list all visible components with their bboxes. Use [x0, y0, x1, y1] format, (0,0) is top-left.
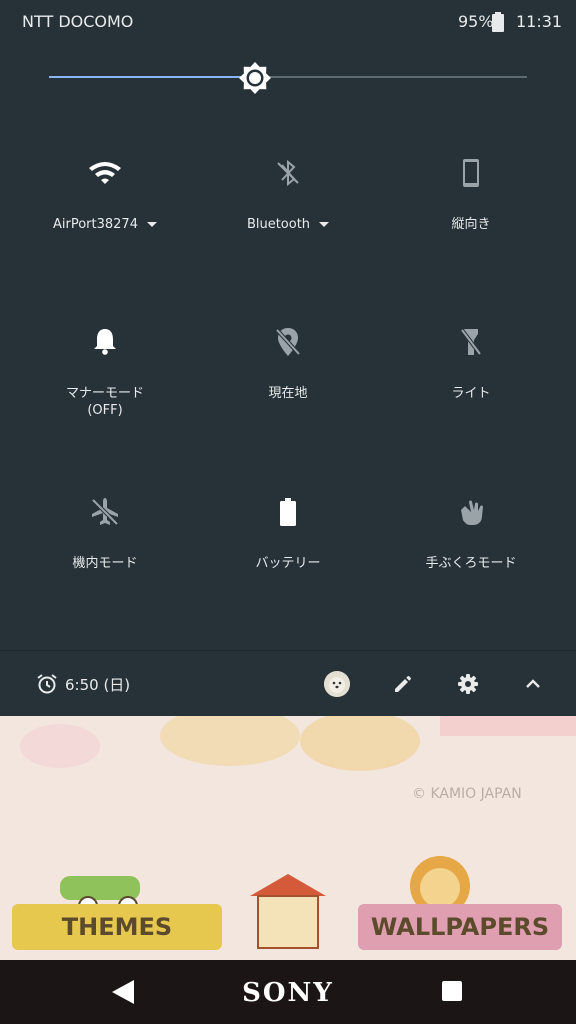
dog-avatar-icon	[324, 671, 350, 697]
bell-icon	[85, 322, 125, 362]
tile-label-text: AirPort38274	[53, 217, 138, 232]
tile-label-text: 縦向き	[451, 217, 491, 232]
tile-label-text: ライト	[451, 386, 491, 401]
tile-label-bluetooth[interactable]: Bluetooth	[203, 216, 373, 233]
tile-label-text: 現在地	[268, 386, 308, 401]
caret-down-icon[interactable]	[146, 222, 157, 227]
tile-battery[interactable]: バッテリー	[203, 492, 373, 612]
carrier-name: NTT DOCOMO	[22, 12, 134, 31]
bluetooth-off-icon	[268, 153, 308, 193]
wallpaper-copyright: © KAMIO JAPAN	[412, 786, 522, 802]
brightness-fill	[49, 76, 255, 78]
tile-label-battery[interactable]: バッテリー	[203, 555, 373, 572]
tile-label-flashlight[interactable]: ライト	[386, 385, 556, 402]
edit-pencil-icon[interactable]	[388, 669, 418, 699]
tile-label-rotation[interactable]: 縦向き	[386, 216, 556, 233]
tile-glove[interactable]: 手ぶくろモード	[386, 492, 556, 612]
phone-portrait-icon	[451, 153, 491, 193]
tile-bluetooth[interactable]: Bluetooth	[203, 153, 373, 273]
collapse-chevron-up-icon[interactable]	[518, 669, 548, 699]
caret-down-icon[interactable]	[319, 222, 330, 227]
wifi-icon	[85, 153, 125, 193]
tile-label-wifi[interactable]: AirPort38274	[20, 216, 190, 233]
brightness-slider[interactable]	[49, 60, 527, 96]
tile-flashlight[interactable]: ライト	[386, 322, 556, 442]
navigation-bar: SONY	[0, 960, 576, 1024]
brand-logo: SONY	[242, 978, 334, 1008]
status-bar: NTT DOCOMO 95% 11:31	[0, 0, 576, 44]
tile-label-manner[interactable]: マナーモード (OFF)	[20, 385, 190, 419]
tile-label-text: バッテリー	[255, 556, 321, 571]
tile-label-location[interactable]: 現在地	[203, 385, 373, 402]
tile-label-text: マナーモード (OFF)	[65, 386, 144, 418]
battery-icon	[268, 492, 308, 532]
next-alarm-time[interactable]: 6:50 (日)	[65, 674, 130, 695]
location-off-icon	[268, 322, 308, 362]
user-avatar[interactable]	[324, 671, 350, 697]
tile-label-glove[interactable]: 手ぶくろモード	[386, 555, 556, 572]
flashlight-off-icon	[451, 322, 491, 362]
battery-percent: 95%	[458, 12, 494, 31]
tile-label-text: 手ぶくろモード	[425, 556, 517, 571]
status-clock: 11:31	[516, 12, 563, 31]
glove-hand-icon	[451, 492, 491, 532]
quick-settings-footer: 6:50 (日)	[0, 650, 576, 717]
brightness-thumb-icon[interactable]	[237, 60, 273, 96]
themes-shortcut[interactable]: THEMES	[12, 904, 222, 950]
tile-label-text: Bluetooth	[246, 217, 311, 232]
alarm-clock-icon	[37, 674, 57, 694]
settings-gear-icon[interactable]	[453, 669, 483, 699]
wallpapers-shortcut[interactable]: WALLPAPERS	[358, 904, 562, 950]
tile-airplane[interactable]: 機内モード	[20, 492, 190, 612]
tile-location[interactable]: 現在地	[203, 322, 373, 442]
battery-status-icon	[492, 12, 504, 32]
tile-rotation[interactable]: 縦向き	[386, 153, 556, 273]
tile-label-airplane[interactable]: 機内モード	[20, 555, 190, 572]
recent-apps-square-icon[interactable]	[442, 981, 462, 1001]
home-wallpaper: © KAMIO JAPAN THEMES WALLPAPERS	[0, 716, 576, 960]
tile-label-text: 機内モード	[72, 556, 138, 571]
tile-wifi[interactable]: AirPort38274	[20, 153, 190, 273]
airplane-icon	[85, 492, 125, 532]
tile-manner[interactable]: マナーモード (OFF)	[20, 322, 190, 442]
